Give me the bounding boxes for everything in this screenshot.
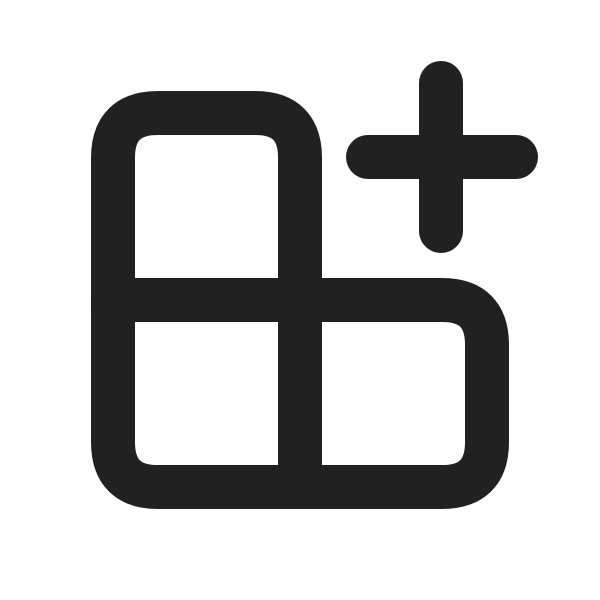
grid-bottom-right-cell <box>278 278 509 509</box>
add-grid-icon <box>91 61 538 509</box>
icon-canvas <box>0 0 600 600</box>
plus-icon <box>346 61 538 253</box>
